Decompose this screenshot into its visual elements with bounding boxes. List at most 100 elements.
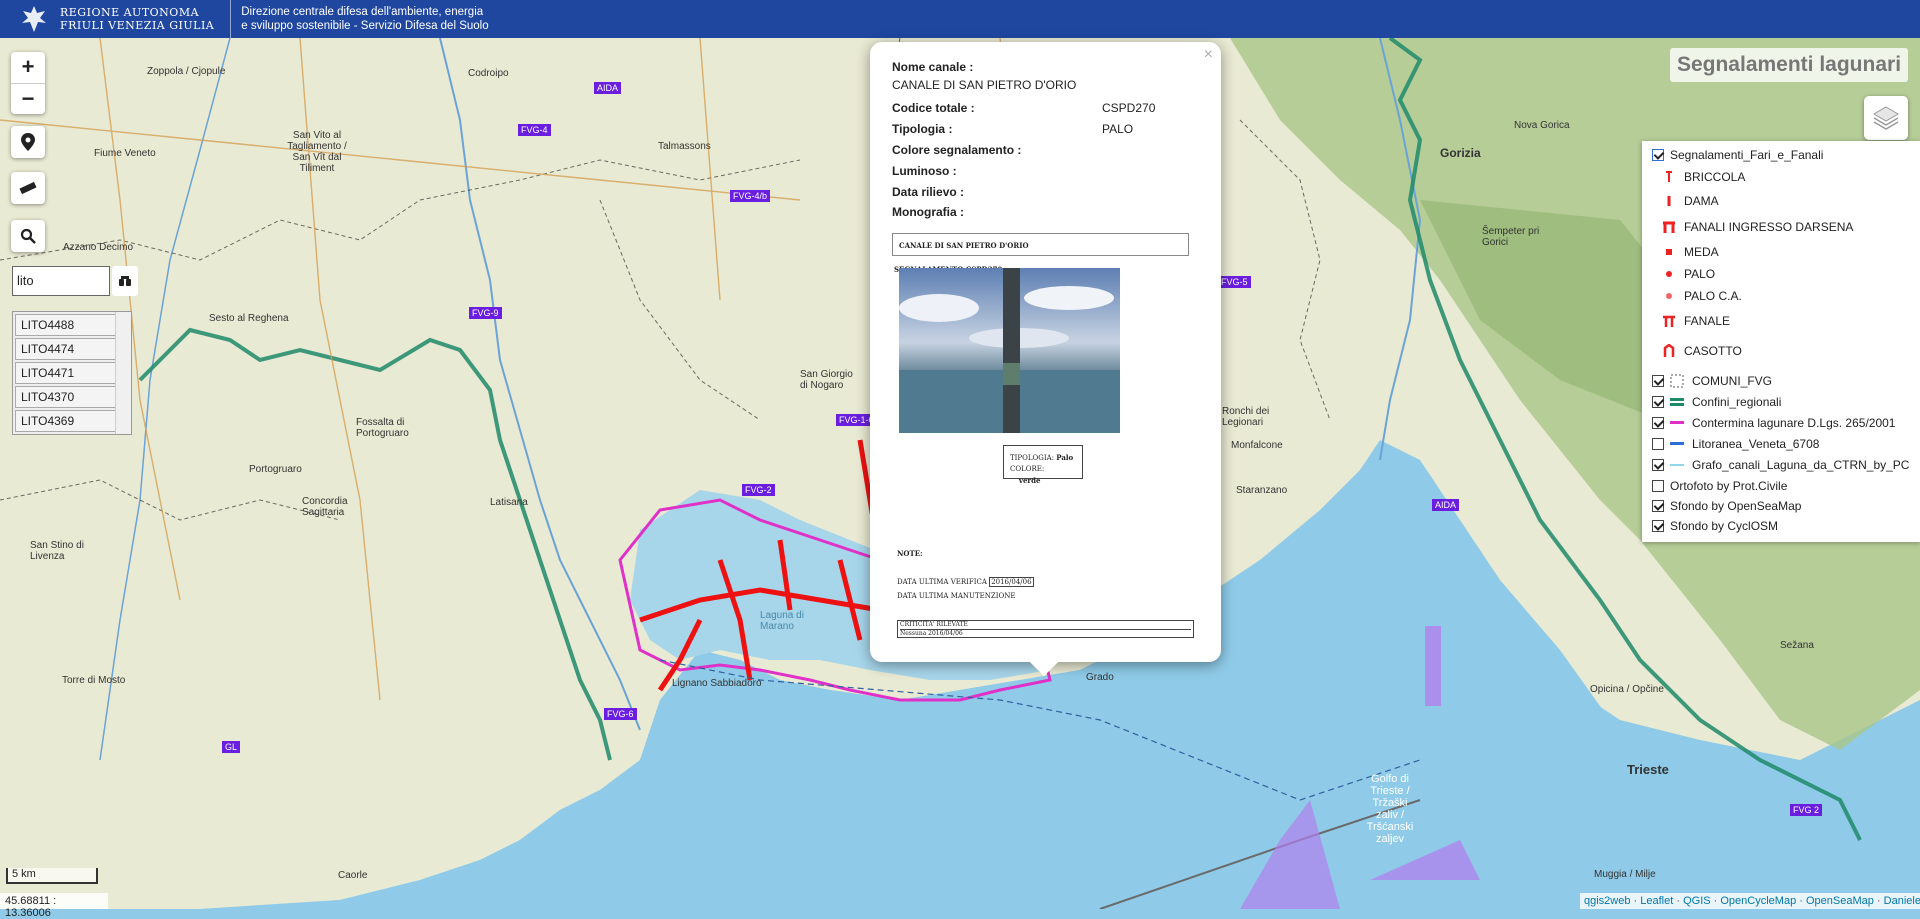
- layer-checkbox[interactable]: [1652, 459, 1664, 471]
- segnalamento-photo[interactable]: [899, 268, 1120, 433]
- layer-item[interactable]: Confini_regionali: [1652, 395, 1781, 409]
- layer-label: Litoranea_Veneta_6708: [1692, 437, 1820, 451]
- scale-bar: 5 km: [6, 868, 98, 884]
- layer-item[interactable]: Grafo_canali_Laguna_da_CTRN_by_PC: [1652, 458, 1909, 472]
- place-staranzano: Staranzano: [1236, 485, 1288, 496]
- search-submit-button[interactable]: [112, 266, 138, 296]
- search-result-item[interactable]: LITO4369: [15, 410, 117, 432]
- results-scrollbar[interactable]: [115, 312, 131, 434]
- comuni-swatch-icon: [1670, 374, 1684, 388]
- popup-row-key: Monografia :: [892, 205, 964, 220]
- popup-row-key: Codice totale :: [892, 101, 975, 116]
- place-codroipo: Codroipo: [468, 68, 509, 79]
- layer-item[interactable]: Sfondo by CyclOSM: [1652, 519, 1778, 533]
- attribution-link[interactable]: Leaflet: [1640, 895, 1673, 907]
- attribution-link[interactable]: OpenCycleMap: [1720, 895, 1796, 907]
- legend-symbol-item: MEDA: [1662, 245, 1719, 259]
- data-verifica-label: DATA ULTIMA VERIFICA: [897, 578, 987, 586]
- layer-checkbox[interactable]: [1652, 480, 1664, 492]
- layer-checkbox[interactable]: [1652, 417, 1664, 429]
- ruler-icon: [19, 181, 37, 195]
- place-fiume: Fiume Veneto: [94, 148, 156, 159]
- layer-checkbox[interactable]: [1652, 438, 1664, 450]
- layer-label: COMUNI_FVG: [1692, 374, 1773, 388]
- place-azzano: Azzano Decimo: [63, 242, 134, 253]
- search-toggle-button[interactable]: [11, 220, 45, 252]
- eagle-icon: [22, 6, 46, 32]
- layer-item[interactable]: Sfondo by OpenSeaMap: [1652, 499, 1801, 513]
- place-laguna: Laguna di Marano: [760, 610, 804, 632]
- place-sanvito: San Vito al Tagliamento / San Vît dal Ti…: [287, 130, 347, 174]
- search-result-item[interactable]: LITO4370: [15, 386, 117, 408]
- popup-row: Colore segnalamento :: [892, 140, 1199, 161]
- symbol-label: PALO C.A.: [1684, 289, 1742, 303]
- locate-button[interactable]: [11, 126, 45, 158]
- map-pin-icon: [21, 133, 35, 151]
- symbol-label: DAMA: [1684, 194, 1719, 208]
- place-santostino: San Stino di Livenza: [30, 540, 84, 562]
- attribution-link[interactable]: QGIS: [1683, 895, 1711, 907]
- symbol-label: FANALE: [1684, 314, 1731, 328]
- tipologia-box: TIPOLOGIA: Palo COLORE: verde: [1003, 445, 1083, 485]
- measure-button[interactable]: [11, 172, 45, 204]
- map-title: Segnalamenti lagunari: [1670, 48, 1908, 82]
- place-sangiorgio: San Giorgio di Nogaro: [800, 369, 853, 391]
- attribution-link[interactable]: Daniele: [1884, 895, 1920, 907]
- zoom-in-button[interactable]: +: [11, 52, 45, 83]
- layer-checkbox[interactable]: [1652, 396, 1664, 408]
- symbol-label: MEDA: [1684, 245, 1719, 259]
- zoom-control: + −: [11, 52, 45, 114]
- layer-item[interactable]: Ortofoto by Prot.Civile: [1652, 479, 1787, 493]
- popup-row: Data rilievo :: [892, 181, 1199, 202]
- place-gorizia: Gorizia: [1440, 146, 1481, 160]
- search-results-list[interactable]: LITO4488 LITO4474 LITO4471 LITO4370 LITO…: [12, 311, 132, 435]
- colore-label: COLORE:: [1010, 465, 1045, 473]
- route-badge: FVG-2: [742, 484, 775, 496]
- place-trieste: Trieste: [1627, 762, 1669, 777]
- place-ronchi: Ronchi dei Legionari: [1222, 406, 1270, 428]
- route-badge: GL: [222, 741, 241, 753]
- zoom-out-button[interactable]: −: [11, 83, 45, 114]
- search-result-item[interactable]: LITO4488: [15, 314, 117, 336]
- popup-row: Luminoso :: [892, 160, 1199, 181]
- layer-checkbox[interactable]: [1652, 149, 1664, 161]
- search-result-item[interactable]: LITO4474: [15, 338, 117, 360]
- layers-toggle-button[interactable]: [1864, 96, 1908, 140]
- legend-symbol-item: FANALI INGRESSO DARSENA: [1662, 220, 1853, 234]
- place-golfo: Golfo di Trieste / Tržaški zaliv / Tršća…: [1366, 773, 1414, 845]
- route-badge: AIDA: [594, 82, 622, 94]
- place-concordia: Concordia Sagittaria: [302, 496, 348, 518]
- route-badge: FVG-6: [604, 708, 637, 720]
- tipologia-label: TIPOLOGIA:: [1010, 454, 1055, 462]
- popup-close-button[interactable]: ×: [1204, 46, 1213, 64]
- symbol-label: CASOTTO: [1684, 344, 1742, 358]
- layer-checkbox[interactable]: [1652, 500, 1664, 512]
- attribution-link[interactable]: qgis2web: [1584, 895, 1630, 907]
- layer-item[interactable]: Litoranea_Veneta_6708: [1652, 437, 1819, 451]
- popup-row-value: CSPD270: [1102, 101, 1156, 116]
- layer-checkbox[interactable]: [1652, 520, 1664, 532]
- search-result-item[interactable]: LITO4471: [15, 362, 117, 384]
- attribution-link[interactable]: OpenSeaMap: [1806, 895, 1874, 907]
- legend-symbol-item: PALO C.A.: [1662, 289, 1742, 303]
- monografia-notes: NOTE: DATA ULTIMA VERIFICA 2016/04/06 DA…: [897, 547, 1034, 603]
- layer-checkbox[interactable]: [1652, 375, 1664, 387]
- popup-row: Tipologia : PALO: [892, 119, 1199, 140]
- layer-label: Sfondo by OpenSeaMap: [1670, 499, 1802, 513]
- monografia-title: CANALE DI SAN PIETRO D'ORIO: [892, 232, 1189, 256]
- layer-item[interactable]: Conterminа lagunare D.Lgs. 265/2001: [1652, 416, 1895, 430]
- popup-row: Monografia :: [892, 202, 1199, 223]
- layers-icon: [1873, 106, 1899, 130]
- layer-item[interactable]: Segnalamenti_Fari_e_Fanali: [1652, 148, 1823, 162]
- symbol-label: BRICCOLA: [1684, 170, 1746, 184]
- conterminazione-swatch-icon: [1670, 420, 1684, 426]
- search-input[interactable]: lito: [12, 266, 110, 296]
- symbol-label: PALO: [1684, 267, 1716, 281]
- fanali-darsena-icon: [1662, 220, 1676, 234]
- place-caorle: Caorle: [338, 870, 368, 881]
- casotto-icon: [1662, 344, 1676, 358]
- layer-item[interactable]: COMUNI_FVG: [1652, 374, 1772, 388]
- legend-symbol-item: BRICCOLA: [1662, 170, 1745, 184]
- region-logo[interactable]: REGIONE AUTONOMA FRIULI VENEZIA GIULIA: [0, 0, 232, 38]
- org-line2: FRIULI VENEZIA GIULIA: [60, 19, 215, 32]
